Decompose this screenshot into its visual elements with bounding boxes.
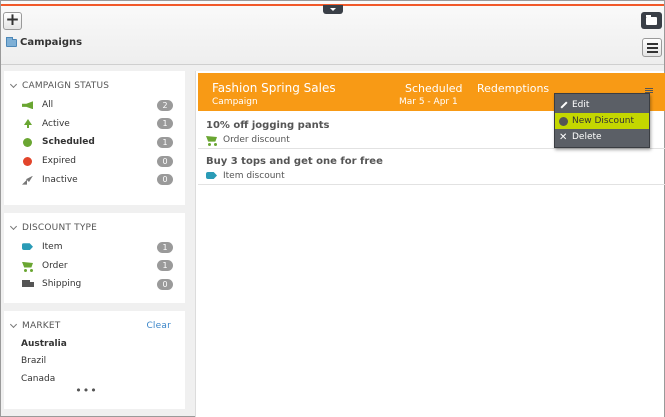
campaign-redemptions-label: Redemptions [477,82,550,95]
app-frame: + Campaigns CAMPAIGN STATUS All 2 Active… [0,0,665,417]
discount-type-item[interactable]: Item 1 [4,238,185,257]
chevron-down-icon [9,80,18,89]
add-button[interactable]: + [3,12,22,30]
discount-type-order[interactable]: Order 1 [4,257,185,276]
count-badge: 0 [157,278,173,290]
breadcrumb-label: Campaigns [20,37,83,48]
x-icon: ✕ [559,131,568,143]
discount-title: Buy 3 tops and get one for free [206,156,383,167]
count-badge: 0 [157,155,173,167]
new-discount-menu-item[interactable]: New Discount [555,113,649,129]
count-badge: 1 [157,118,173,130]
market-item-australia[interactable]: Australia [4,335,185,353]
campaign-name: Fashion Spring Sales [212,81,336,95]
discount-type-shipping[interactable]: Shipping 0 [4,275,185,294]
context-menu: Edit New Discount ✕ Delete [554,93,650,148]
status-item-scheduled[interactable]: Scheduled 1 [4,133,185,152]
folder-view-button[interactable] [641,12,662,29]
tag-icon [22,242,34,252]
breadcrumb[interactable]: Campaigns [6,36,83,48]
count-badge: 2 [157,99,173,111]
rocket-icon [22,175,34,185]
discount-type-panel: DISCOUNT TYPE Item 1 Order 1 Shipping 0 [4,213,185,303]
list-view-button[interactable] [642,38,662,57]
truck-icon [22,279,34,289]
folder-icon [6,36,17,47]
circle-icon [559,116,568,126]
clear-link[interactable]: Clear [146,321,171,331]
more-markets-button[interactable]: ••• [4,385,185,400]
discount-type-header[interactable]: DISCOUNT TYPE [4,221,185,235]
pencil-icon [559,100,568,110]
market-header[interactable]: MARKET Clear [4,319,185,333]
market-item-brazil[interactable]: Brazil [4,353,185,371]
sidebar: CAMPAIGN STATUS All 2 Active 1 Scheduled… [4,71,185,417]
status-item-expired[interactable]: Expired 0 [4,152,185,171]
campaign-status-panel: CAMPAIGN STATUS All 2 Active 1 Scheduled… [4,71,185,205]
campaign-status-header[interactable]: CAMPAIGN STATUS [4,79,185,93]
status-item-inactive[interactable]: Inactive 0 [4,170,185,189]
delete-menu-item[interactable]: ✕ Delete [555,129,649,145]
cart-icon [206,135,218,146]
chevron-down-icon [9,320,18,329]
clock-icon [22,137,34,148]
discount-row[interactable]: Buy 3 tops and get one for free Item dis… [198,149,665,185]
edit-menu-item[interactable]: Edit [555,97,649,113]
megaphone-icon [22,100,34,110]
count-badge: 0 [157,174,173,186]
campaign-status: Scheduled [405,82,463,95]
discount-type: Item discount [206,171,285,181]
campaign-type: Campaign [212,97,258,107]
status-item-active[interactable]: Active 1 [4,115,185,134]
count-badge: 1 [157,260,173,272]
discount-type: Order discount [206,135,290,146]
count-badge: 1 [157,136,173,148]
campaign-dates: Mar 5 - Apr 1 [399,97,458,107]
folder-icon [646,15,657,25]
top-toolbar: + Campaigns [1,1,664,65]
market-panel: MARKET Clear Australia Brazil Canada ••• [4,311,185,409]
count-badge: 1 [157,241,173,253]
cart-icon [22,261,34,272]
expired-icon [22,156,34,167]
status-item-all[interactable]: All 2 [4,96,185,115]
discount-title: 10% off jogging pants [206,120,330,131]
arrow-up-icon [22,118,34,129]
expand-menu-tab[interactable] [323,5,343,14]
tag-icon [206,171,218,181]
chevron-down-icon [9,222,18,231]
